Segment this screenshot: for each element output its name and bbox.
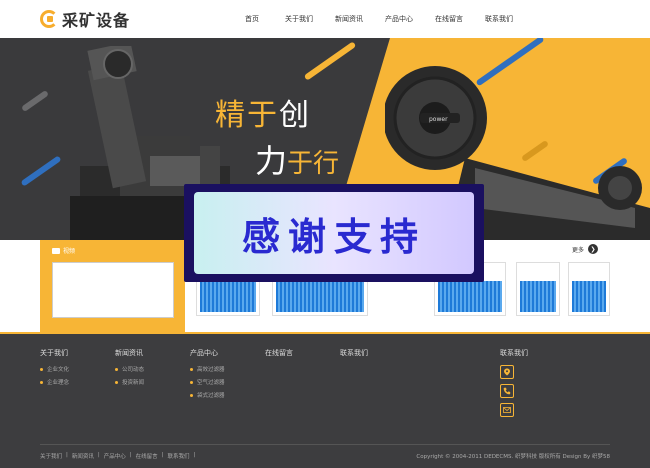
- site-footer: 关于我们 企业文化 企业理念 新闻资讯 公司动态 投资新闻 产品中心 高效过滤器…: [0, 334, 650, 468]
- logo-text: 采矿设备: [62, 11, 131, 30]
- footer-link[interactable]: 企业文化: [40, 365, 69, 373]
- overlay-text: 感谢支持: [241, 214, 426, 259]
- footer-col-about: 关于我们 企业文化 企业理念: [40, 348, 69, 391]
- nav-about[interactable]: 关于我们: [274, 0, 324, 38]
- footer-link[interactable]: 袋式过滤器: [190, 391, 225, 399]
- footer-col-title[interactable]: 联系我们: [340, 348, 368, 358]
- footer-col-message: 在线留言: [265, 348, 293, 365]
- video-panel: 视频: [40, 240, 185, 332]
- overlay-inner: 感谢支持: [194, 192, 474, 274]
- main-nav: 首页 关于我们 新闻资讯 产品中心 在线留言 联系我们: [230, 0, 524, 38]
- bottom-link-contact[interactable]: 联系我们: [168, 452, 190, 460]
- footer-col-contact-icons: 联系我们: [500, 348, 528, 422]
- separator: |: [97, 452, 100, 458]
- video-icon: [52, 247, 60, 254]
- product-image: [438, 281, 502, 312]
- footer-col-title[interactable]: 在线留言: [265, 348, 293, 358]
- copyright-text: Copyright © 2004-2011 DEDECMS. 织梦科技 版权所有…: [416, 454, 610, 460]
- footer-link[interactable]: 高效过滤器: [190, 365, 225, 373]
- bottom-link-about[interactable]: 关于我们: [40, 452, 62, 460]
- nav-news[interactable]: 新闻资讯: [324, 0, 374, 38]
- nav-products[interactable]: 产品中心: [374, 0, 424, 38]
- thanks-overlay: 感谢支持: [184, 184, 484, 282]
- nav-contact[interactable]: 联系我们: [474, 0, 524, 38]
- slogan-part: 力: [255, 142, 288, 180]
- footer-link[interactable]: 投资新闻: [115, 378, 144, 386]
- video-player[interactable]: [52, 262, 174, 318]
- footer-col-title: 联系我们: [500, 349, 528, 357]
- product-image: [200, 281, 256, 312]
- footer-col-news: 新闻资讯 公司动态 投资新闻: [115, 348, 144, 391]
- product-thumb[interactable]: [568, 262, 610, 316]
- bottom-link-news[interactable]: 新闻资讯: [72, 452, 94, 460]
- slogan-part: 创: [279, 98, 311, 133]
- video-title: 视频: [52, 246, 75, 255]
- product-thumb[interactable]: [516, 262, 560, 316]
- footer-col-contact: 联系我们: [340, 348, 368, 365]
- banner-slogan-line2: 力于行: [255, 136, 339, 182]
- footer-link[interactable]: 企业理念: [40, 378, 69, 386]
- footer-link[interactable]: 空气过滤器: [190, 378, 225, 386]
- mail-icon[interactable]: [500, 403, 514, 417]
- product-image: [276, 281, 364, 312]
- footer-col-title: 新闻资讯: [115, 349, 143, 357]
- footer-col-products: 产品中心 高效过滤器 空气过滤器 袋式过滤器: [190, 348, 225, 404]
- slogan-part: 精于: [215, 98, 279, 133]
- footer-link[interactable]: 公司动态: [115, 365, 144, 373]
- logo-icon: [40, 10, 58, 28]
- more-link[interactable]: 更多 ❯: [572, 244, 599, 254]
- footer-col-title: 关于我们: [40, 349, 68, 357]
- phone-icon[interactable]: [500, 384, 514, 398]
- bottom-link-products[interactable]: 产品中心: [104, 452, 126, 460]
- banner-slogan-line1: 精于创: [215, 90, 311, 134]
- separator: |: [161, 452, 164, 458]
- machine-brand-label: power: [429, 116, 448, 123]
- logo[interactable]: 采矿设备: [40, 8, 130, 30]
- separator: |: [129, 452, 132, 458]
- decor-stripe: [20, 155, 62, 187]
- footer-col-title: 产品中心: [190, 349, 218, 357]
- footer-bottom-links: 关于我们 | 新闻资讯 | 产品中心 | 在线留言 | 联系我们 |: [40, 452, 199, 460]
- location-icon[interactable]: [500, 365, 514, 379]
- site-header: 采矿设备 首页 关于我们 新闻资讯 产品中心 在线留言 联系我们: [0, 0, 650, 38]
- separator: |: [193, 452, 196, 458]
- arrow-right-icon: ❯: [588, 244, 599, 254]
- slogan-part: 于行: [287, 149, 340, 179]
- nav-message[interactable]: 在线留言: [424, 0, 474, 38]
- decor-stripe: [303, 41, 357, 81]
- product-image: [572, 281, 606, 312]
- nav-home[interactable]: 首页: [230, 0, 274, 38]
- video-label: 视频: [63, 248, 76, 255]
- more-label: 更多: [572, 246, 585, 254]
- footer-divider: [40, 444, 610, 445]
- product-image: [520, 281, 556, 312]
- decor-stripe: [20, 89, 50, 113]
- separator: |: [66, 452, 68, 458]
- bottom-link-message[interactable]: 在线留言: [136, 452, 158, 460]
